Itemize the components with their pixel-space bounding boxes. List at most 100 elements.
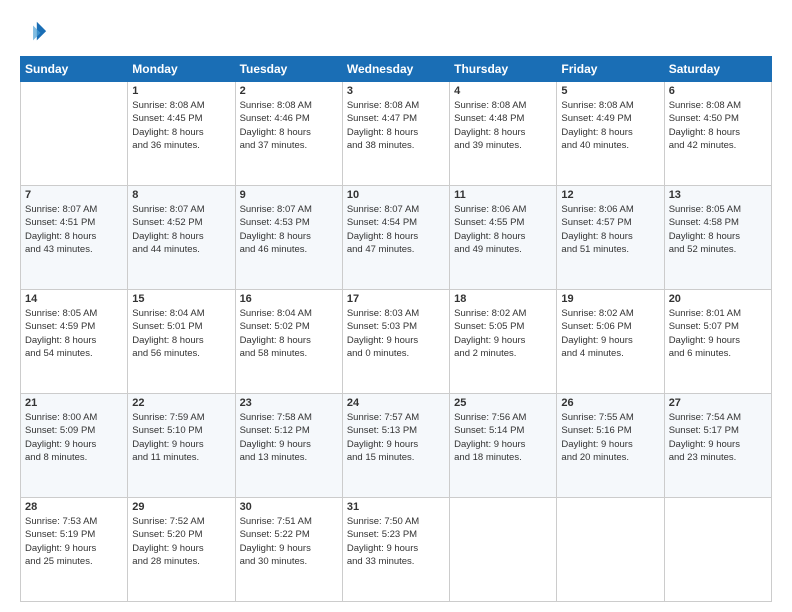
day-info: Sunrise: 8:07 AM	[240, 203, 338, 216]
day-info: Sunrise: 8:08 AM	[240, 99, 338, 112]
day-info: Daylight: 9 hours	[669, 438, 767, 451]
day-info: Daylight: 8 hours	[347, 126, 445, 139]
day-number: 9	[240, 189, 338, 201]
day-info: Sunrise: 7:57 AM	[347, 411, 445, 424]
day-info: and 46 minutes.	[240, 243, 338, 256]
day-cell-29: 29Sunrise: 7:52 AMSunset: 5:20 PMDayligh…	[128, 498, 235, 602]
day-info: Sunset: 5:02 PM	[240, 320, 338, 333]
day-number: 4	[454, 85, 552, 97]
day-cell-18: 18Sunrise: 8:02 AMSunset: 5:05 PMDayligh…	[450, 290, 557, 394]
day-number: 13	[669, 189, 767, 201]
day-cell-31: 31Sunrise: 7:50 AMSunset: 5:23 PMDayligh…	[342, 498, 449, 602]
day-info: Daylight: 8 hours	[240, 230, 338, 243]
day-info: Daylight: 9 hours	[669, 334, 767, 347]
day-info: Sunset: 5:09 PM	[25, 424, 123, 437]
day-info: Sunrise: 8:04 AM	[240, 307, 338, 320]
day-number: 26	[561, 397, 659, 409]
day-info: Sunset: 5:19 PM	[25, 528, 123, 541]
day-cell-16: 16Sunrise: 8:04 AMSunset: 5:02 PMDayligh…	[235, 290, 342, 394]
day-number: 11	[454, 189, 552, 201]
day-info: Sunrise: 8:02 AM	[454, 307, 552, 320]
day-cell-9: 9 Sunrise: 8:07 AMSunset: 4:53 PMDaylight…	[235, 186, 342, 290]
empty-cell	[21, 82, 128, 186]
day-info: and 2 minutes.	[454, 347, 552, 360]
day-info: Daylight: 8 hours	[669, 126, 767, 139]
day-info: Sunrise: 7:51 AM	[240, 515, 338, 528]
day-info: Sunrise: 8:00 AM	[25, 411, 123, 424]
day-info: Sunrise: 7:58 AM	[240, 411, 338, 424]
day-info: Sunrise: 7:55 AM	[561, 411, 659, 424]
day-number: 18	[454, 293, 552, 305]
day-cell-12: 12Sunrise: 8:06 AMSunset: 4:57 PMDayligh…	[557, 186, 664, 290]
day-info: Daylight: 9 hours	[454, 438, 552, 451]
day-header-saturday: Saturday	[664, 57, 771, 82]
day-cell-22: 22Sunrise: 7:59 AMSunset: 5:10 PMDayligh…	[128, 394, 235, 498]
day-cell-3: 3Sunrise: 8:08 AMSunset: 4:47 PMDaylight…	[342, 82, 449, 186]
day-number: 16	[240, 293, 338, 305]
day-info: Daylight: 8 hours	[347, 230, 445, 243]
day-info: Sunset: 4:53 PM	[240, 216, 338, 229]
day-number: 28	[25, 501, 123, 513]
day-info: Daylight: 8 hours	[561, 230, 659, 243]
day-cell-23: 23Sunrise: 7:58 AMSunset: 5:12 PMDayligh…	[235, 394, 342, 498]
day-info: Sunset: 5:23 PM	[347, 528, 445, 541]
day-info: Sunrise: 8:06 AM	[454, 203, 552, 216]
day-info: Sunset: 5:16 PM	[561, 424, 659, 437]
day-info: and 20 minutes.	[561, 451, 659, 464]
day-info: Daylight: 9 hours	[132, 438, 230, 451]
page: SundayMondayTuesdayWednesdayThursdayFrid…	[0, 0, 792, 612]
day-cell-4: 4Sunrise: 8:08 AMSunset: 4:48 PMDaylight…	[450, 82, 557, 186]
day-number: 31	[347, 501, 445, 513]
day-info: and 56 minutes.	[132, 347, 230, 360]
day-info: Daylight: 9 hours	[240, 438, 338, 451]
day-cell-28: 28Sunrise: 7:53 AMSunset: 5:19 PMDayligh…	[21, 498, 128, 602]
day-number: 17	[347, 293, 445, 305]
day-info: Sunset: 4:50 PM	[669, 112, 767, 125]
day-info: Daylight: 8 hours	[25, 230, 123, 243]
day-info: Sunrise: 7:54 AM	[669, 411, 767, 424]
day-info: Sunrise: 8:07 AM	[132, 203, 230, 216]
day-info: Sunrise: 7:50 AM	[347, 515, 445, 528]
day-number: 1	[132, 85, 230, 97]
day-info: Sunrise: 8:06 AM	[561, 203, 659, 216]
day-info: and 23 minutes.	[669, 451, 767, 464]
empty-cell	[664, 498, 771, 602]
day-info: Sunrise: 8:08 AM	[347, 99, 445, 112]
day-cell-13: 13Sunrise: 8:05 AMSunset: 4:58 PMDayligh…	[664, 186, 771, 290]
day-info: Sunset: 5:14 PM	[454, 424, 552, 437]
day-info: Sunrise: 8:08 AM	[561, 99, 659, 112]
day-info: Sunset: 5:01 PM	[132, 320, 230, 333]
day-info: Sunrise: 7:52 AM	[132, 515, 230, 528]
day-info: Daylight: 9 hours	[454, 334, 552, 347]
day-info: Sunrise: 7:56 AM	[454, 411, 552, 424]
day-cell-26: 26Sunrise: 7:55 AMSunset: 5:16 PMDayligh…	[557, 394, 664, 498]
day-cell-15: 15Sunrise: 8:04 AMSunset: 5:01 PMDayligh…	[128, 290, 235, 394]
day-info: and 40 minutes.	[561, 139, 659, 152]
day-info: Sunset: 5:06 PM	[561, 320, 659, 333]
day-info: Sunset: 4:57 PM	[561, 216, 659, 229]
day-cell-30: 30Sunrise: 7:51 AMSunset: 5:22 PMDayligh…	[235, 498, 342, 602]
day-info: and 33 minutes.	[347, 555, 445, 568]
day-info: and 54 minutes.	[25, 347, 123, 360]
day-cell-10: 10Sunrise: 8:07 AMSunset: 4:54 PMDayligh…	[342, 186, 449, 290]
day-cell-5: 5Sunrise: 8:08 AMSunset: 4:49 PMDaylight…	[557, 82, 664, 186]
day-info: Sunrise: 8:03 AM	[347, 307, 445, 320]
day-info: Daylight: 8 hours	[132, 126, 230, 139]
day-cell-17: 17Sunrise: 8:03 AMSunset: 5:03 PMDayligh…	[342, 290, 449, 394]
day-info: Sunrise: 8:08 AM	[454, 99, 552, 112]
day-info: Daylight: 9 hours	[25, 542, 123, 555]
day-info: Daylight: 8 hours	[132, 230, 230, 243]
day-info: and 13 minutes.	[240, 451, 338, 464]
day-cell-19: 19Sunrise: 8:02 AMSunset: 5:06 PMDayligh…	[557, 290, 664, 394]
day-info: Sunrise: 8:05 AM	[25, 307, 123, 320]
day-header-thursday: Thursday	[450, 57, 557, 82]
day-info: and 6 minutes.	[669, 347, 767, 360]
day-number: 27	[669, 397, 767, 409]
day-info: Daylight: 8 hours	[132, 334, 230, 347]
day-info: Sunset: 4:45 PM	[132, 112, 230, 125]
day-number: 29	[132, 501, 230, 513]
day-info: Sunset: 5:17 PM	[669, 424, 767, 437]
day-info: and 58 minutes.	[240, 347, 338, 360]
week-row-1: 1Sunrise: 8:08 AMSunset: 4:45 PMDaylight…	[21, 82, 772, 186]
day-info: and 4 minutes.	[561, 347, 659, 360]
